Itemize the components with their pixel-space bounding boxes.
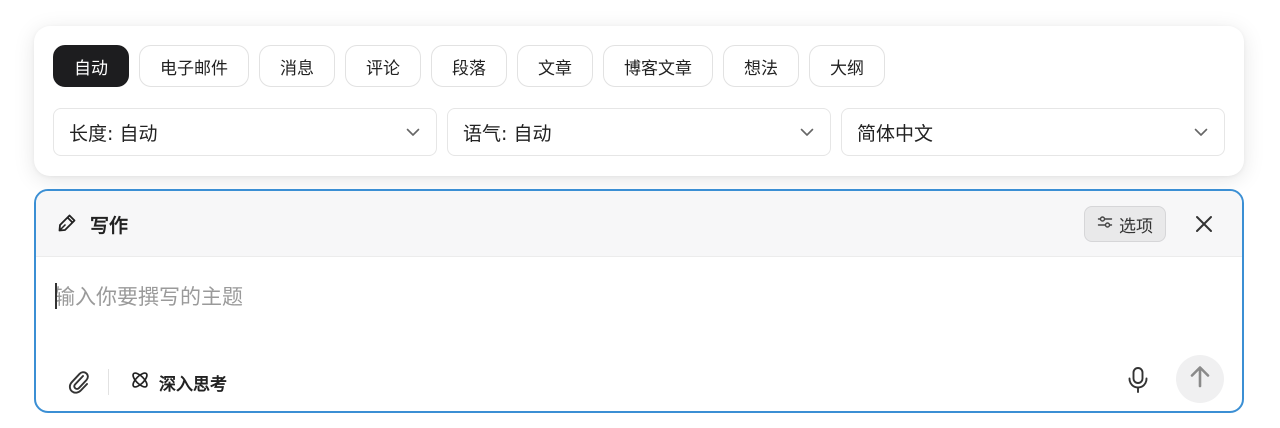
- format-chip-email[interactable]: 电子邮件: [139, 45, 249, 87]
- deep-think-toggle[interactable]: 深入思考: [129, 369, 227, 396]
- format-chip-auto[interactable]: 自动: [53, 45, 129, 87]
- write-header: 写作 选项: [36, 191, 1242, 257]
- atom-icon: [129, 369, 151, 396]
- arrow-up-icon: [1187, 364, 1213, 394]
- attach-button[interactable]: [64, 367, 94, 397]
- format-chip-paragraph[interactable]: 段落: [431, 45, 507, 87]
- options-button[interactable]: 选项: [1084, 206, 1166, 242]
- close-button[interactable]: [1192, 212, 1216, 236]
- write-title-group: 写作: [56, 211, 128, 238]
- text-caret: [55, 283, 57, 309]
- writing-options-panel: 自动 电子邮件 消息 评论 段落 文章 博客文章 想法 大纲 长度: 自动 语气…: [34, 26, 1244, 176]
- format-chip-blog-post[interactable]: 博客文章: [603, 45, 713, 87]
- chevron-down-icon: [798, 123, 816, 141]
- writing-assistant: 自动 电子邮件 消息 评论 段落 文章 博客文章 想法 大纲 长度: 自动 语气…: [0, 0, 1280, 428]
- length-select[interactable]: 长度: 自动: [53, 108, 437, 156]
- write-composer: 写作 选项 输入你要撰写的主题 深入思考: [34, 189, 1244, 413]
- footer-divider: [108, 369, 109, 395]
- paperclip-icon: [64, 371, 94, 401]
- options-button-label: 选项: [1119, 216, 1153, 237]
- topic-input[interactable]: [54, 279, 1204, 315]
- language-select-value: 简体中文: [857, 122, 934, 145]
- microphone-icon: [1124, 367, 1152, 399]
- length-select-value: 长度: 自动: [69, 122, 158, 145]
- close-icon: [1192, 216, 1216, 240]
- deep-think-label: 深入思考: [159, 374, 227, 395]
- chevron-down-icon: [1192, 123, 1210, 141]
- pencil-icon: [56, 212, 78, 238]
- sliders-icon: [1097, 214, 1113, 235]
- send-button[interactable]: [1176, 355, 1224, 403]
- composer-footer-left: 深入思考: [64, 367, 227, 397]
- chevron-down-icon: [404, 123, 422, 141]
- format-chip-idea[interactable]: 想法: [723, 45, 799, 87]
- format-chip-message[interactable]: 消息: [259, 45, 335, 87]
- tone-select-value: 语气: 自动: [463, 122, 552, 145]
- format-chip-comment[interactable]: 评论: [345, 45, 421, 87]
- format-chip-row: 自动 电子邮件 消息 评论 段落 文章 博客文章 想法 大纲: [53, 45, 885, 87]
- format-chip-article[interactable]: 文章: [517, 45, 593, 87]
- write-title: 写作: [90, 215, 129, 237]
- tone-select[interactable]: 语气: 自动: [447, 108, 831, 156]
- format-chip-outline[interactable]: 大纲: [809, 45, 885, 87]
- voice-input-button[interactable]: [1124, 365, 1152, 395]
- language-select[interactable]: 简体中文: [841, 108, 1225, 156]
- select-row: 长度: 自动 语气: 自动 简体中文: [53, 108, 1225, 156]
